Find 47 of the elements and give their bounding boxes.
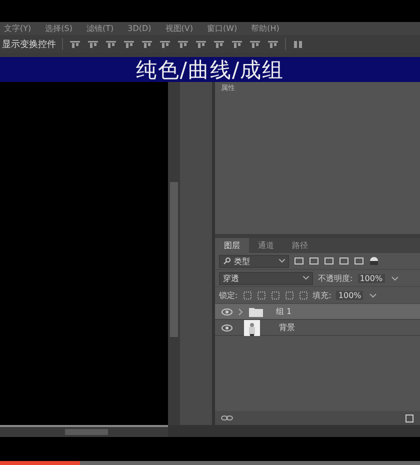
align-icon[interactable] (177, 40, 189, 48)
menu-item[interactable]: 滤镜(T) (86, 22, 114, 35)
align-icon[interactable] (123, 40, 135, 48)
menu-item[interactable]: 文字(Y) (4, 22, 32, 35)
align-icon[interactable] (213, 40, 225, 48)
align-icon[interactable] (159, 40, 171, 48)
filter-dropdown[interactable]: 类型 (219, 254, 289, 268)
opacity-field[interactable]: 100% (358, 274, 385, 282)
menu-item[interactable]: 选择(S) (45, 22, 72, 35)
menu-item[interactable]: 窗口(W) (206, 22, 238, 35)
folder-icon (249, 306, 263, 316)
menu-item[interactable]: 帮助(H) (251, 22, 280, 35)
new-layer-icon[interactable] (405, 414, 414, 422)
panel-tab[interactable]: 图层 (215, 238, 249, 253)
layer-name: 组 1 (276, 306, 292, 317)
toggle-icon[interactable] (369, 256, 379, 266)
link-icon[interactable] (221, 415, 233, 421)
option-label: 显示变换控件 (2, 38, 56, 50)
search-icon (223, 257, 231, 265)
layer-row[interactable]: 组 1 (215, 304, 420, 320)
panel-tab[interactable]: 通道 (249, 238, 283, 253)
align-icon[interactable] (69, 40, 81, 48)
align-icon[interactable] (267, 40, 279, 48)
menu-item[interactable]: 3D(D) (128, 22, 152, 35)
menu-item[interactable]: 视图(V) (165, 22, 193, 35)
layer-row[interactable]: 背景 (215, 320, 420, 336)
blend-mode-dropdown[interactable]: 穿透 (219, 272, 313, 284)
align-icon[interactable] (141, 40, 153, 48)
opacity-label: 不透明度: (318, 272, 353, 284)
align-icon[interactable] (87, 40, 99, 48)
scroll-bar[interactable] (168, 82, 180, 425)
scroll-bar[interactable] (0, 425, 168, 437)
fill-field[interactable]: 100% (336, 290, 364, 300)
eye-icon[interactable] (221, 324, 233, 332)
align-icon[interactable] (249, 40, 261, 48)
layer-name: 背景 (279, 322, 295, 333)
align-icon[interactable] (105, 40, 117, 48)
caption-text: 纯色/曲线/成组 (136, 56, 284, 84)
lock-label: 锁定: (219, 290, 238, 300)
align-icon[interactable] (231, 40, 243, 48)
fill-label: 填充: (312, 290, 332, 300)
caret-icon (303, 276, 309, 280)
distribute-icon[interactable] (292, 40, 304, 48)
eye-icon[interactable] (221, 308, 233, 316)
align-icon[interactable] (195, 40, 207, 48)
caret-icon (279, 259, 285, 263)
panel-tab[interactable]: 路径 (283, 238, 317, 253)
